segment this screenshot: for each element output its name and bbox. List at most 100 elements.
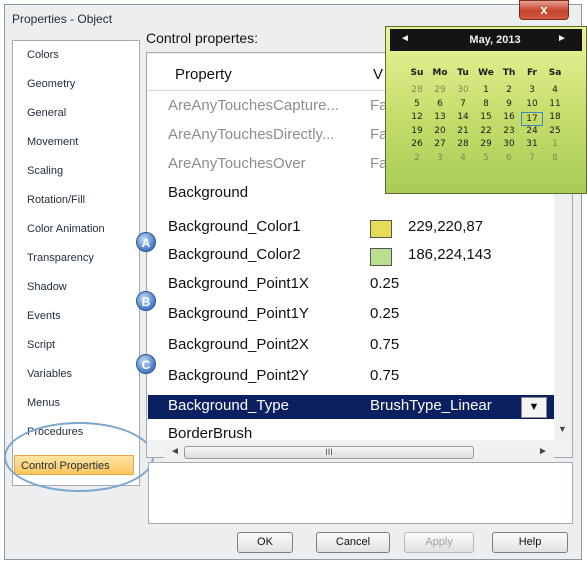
property-row[interactable]: Background_Point2X 0.75 bbox=[148, 334, 554, 358]
help-button[interactable]: Help bbox=[492, 532, 568, 553]
calendar-day[interactable]: 12 bbox=[406, 112, 428, 122]
calendar-day[interactable]: 1 bbox=[544, 139, 566, 149]
nav-item-scaling[interactable]: Scaling bbox=[13, 161, 139, 181]
nav-item-script[interactable]: Script bbox=[13, 335, 139, 355]
calendar-day[interactable]: 14 bbox=[452, 112, 474, 122]
calendar-day[interactable]: 9 bbox=[498, 99, 520, 109]
property-name: Background_Point2X bbox=[168, 336, 309, 353]
calendar-day[interactable]: 23 bbox=[498, 126, 520, 136]
nav-item-color-animation[interactable]: Color Animation bbox=[13, 219, 139, 239]
calendar-popup bbox=[385, 26, 587, 194]
calendar-day[interactable]: 28 bbox=[452, 139, 474, 149]
calendar-day[interactable]: 25 bbox=[544, 126, 566, 136]
dropdown-arrow-button[interactable]: ▼ bbox=[521, 397, 547, 418]
calendar-day[interactable]: 29 bbox=[429, 85, 451, 95]
color-swatch[interactable] bbox=[370, 248, 392, 266]
calendar-day[interactable]: 28 bbox=[406, 85, 428, 95]
calendar-day[interactable]: 13 bbox=[429, 112, 451, 122]
calendar-day[interactable]: 5 bbox=[406, 99, 428, 109]
calendar-day[interactable]: 4 bbox=[452, 153, 474, 163]
apply-button[interactable]: Apply bbox=[404, 532, 474, 553]
property-row[interactable]: Background_Color2 186,224,143 bbox=[148, 244, 554, 268]
calendar-day[interactable]: 31 bbox=[521, 139, 543, 149]
property-name: Background_Point2Y bbox=[168, 367, 309, 384]
nav-item-movement[interactable]: Movement bbox=[13, 132, 139, 152]
calendar-day[interactable]: 30 bbox=[452, 85, 474, 95]
nav-item-menus[interactable]: Menus bbox=[13, 393, 139, 413]
nav-item-rotation-fill[interactable]: Rotation/Fill bbox=[13, 190, 139, 210]
column-header-property[interactable]: Property bbox=[175, 66, 232, 83]
calendar-day[interactable]: 22 bbox=[475, 126, 497, 136]
property-value: 0.25 bbox=[370, 275, 400, 292]
calendar-day[interactable]: 26 bbox=[406, 139, 428, 149]
calendar-day[interactable]: 8 bbox=[475, 99, 497, 109]
nav-item-geometry[interactable]: Geometry bbox=[13, 74, 139, 94]
calendar-day[interactable]: 19 bbox=[406, 126, 428, 136]
property-row[interactable]: Background_Point1X 0.25 bbox=[148, 273, 554, 297]
description-box bbox=[148, 462, 573, 524]
calendar-day[interactable]: 20 bbox=[429, 126, 451, 136]
property-value: 229,220,87 bbox=[408, 218, 484, 235]
calendar-day[interactable]: 16 bbox=[498, 112, 520, 122]
property-name: Background_Point1Y bbox=[168, 305, 309, 322]
control-properties-label: Control propertes: bbox=[146, 30, 259, 46]
calendar-day[interactable]: 5 bbox=[475, 153, 497, 163]
calendar-day[interactable]: 15 bbox=[475, 112, 497, 122]
calendar-day[interactable]: 1 bbox=[475, 85, 497, 95]
color-swatch[interactable] bbox=[370, 220, 392, 238]
property-value: 0.75 bbox=[370, 336, 400, 353]
scroll-thumb[interactable]: III bbox=[184, 446, 474, 459]
calendar-day[interactable]: 6 bbox=[498, 153, 520, 163]
calendar-day[interactable]: 3 bbox=[521, 85, 543, 95]
close-button[interactable]: x bbox=[519, 0, 569, 20]
calendar-day[interactable]: 27 bbox=[429, 139, 451, 149]
calendar-day[interactable]: 2 bbox=[498, 85, 520, 95]
calendar-weekday: Mo bbox=[432, 68, 448, 78]
scroll-down-arrow-icon[interactable]: ▼ bbox=[558, 424, 567, 434]
property-name: AreAnyTouchesOver bbox=[168, 155, 306, 172]
calendar-day[interactable]: 6 bbox=[429, 99, 451, 109]
property-row[interactable]: Background_Point1Y 0.25 bbox=[148, 303, 554, 327]
nav-item-transparency[interactable]: Transparency bbox=[13, 248, 139, 268]
property-name: Background bbox=[168, 184, 249, 201]
scroll-right-arrow-icon[interactable]: ► bbox=[538, 446, 548, 457]
column-header-value[interactable]: V bbox=[373, 66, 383, 83]
nav-item-shadow[interactable]: Shadow bbox=[13, 277, 139, 297]
property-value: 0.75 bbox=[370, 367, 400, 384]
calendar-weekday: Sa bbox=[548, 68, 562, 78]
calendar-day[interactable]: 18 bbox=[544, 112, 566, 122]
nav-list: Colors Geometry General Movement Scaling… bbox=[12, 40, 140, 486]
calendar-weekday: We bbox=[478, 68, 494, 78]
calendar-day[interactable]: 3 bbox=[429, 153, 451, 163]
calendar-day[interactable]: 7 bbox=[452, 99, 474, 109]
calendar-day[interactable]: 4 bbox=[544, 85, 566, 95]
calendar-weekday: Th bbox=[502, 68, 516, 78]
property-row[interactable]: Background_Point2Y 0.75 bbox=[148, 365, 554, 389]
nav-item-events[interactable]: Events bbox=[13, 306, 139, 326]
calendar-day[interactable]: 10 bbox=[521, 99, 543, 109]
calendar-day[interactable]: 11 bbox=[544, 99, 566, 109]
calendar-day[interactable]: 29 bbox=[475, 139, 497, 149]
nav-item-colors[interactable]: Colors bbox=[13, 45, 139, 65]
callout-badge-c: C bbox=[136, 354, 156, 374]
scroll-left-arrow-icon[interactable]: ◄ bbox=[170, 446, 180, 457]
property-row-selected[interactable]: Background_Type BrushType_Linear ▼ bbox=[148, 395, 554, 419]
property-row[interactable]: Background_Color1 229,220,87 bbox=[148, 216, 554, 240]
calendar-day[interactable]: 7 bbox=[521, 153, 543, 163]
nav-item-general[interactable]: General bbox=[13, 103, 139, 123]
calendar-day[interactable]: 24 bbox=[521, 126, 543, 136]
calendar-month-title[interactable]: May, 2013 bbox=[440, 34, 550, 46]
calendar-next-icon[interactable]: ► bbox=[557, 33, 567, 44]
calendar-prev-icon[interactable]: ◄ bbox=[400, 33, 410, 44]
calendar-day[interactable]: 2 bbox=[406, 153, 428, 163]
calendar-day[interactable]: 21 bbox=[452, 126, 474, 136]
ok-button[interactable]: OK bbox=[237, 532, 293, 553]
property-name: BorderBrush bbox=[168, 425, 253, 442]
calendar-day[interactable]: 30 bbox=[498, 139, 520, 149]
calendar-day[interactable]: 8 bbox=[544, 153, 566, 163]
property-name: AreAnyTouchesDirectly... bbox=[168, 126, 335, 143]
callout-badge-b: B bbox=[136, 291, 156, 311]
nav-item-variables[interactable]: Variables bbox=[13, 364, 139, 384]
calendar-day[interactable]: 17 bbox=[521, 112, 543, 126]
cancel-button[interactable]: Cancel bbox=[316, 532, 390, 553]
